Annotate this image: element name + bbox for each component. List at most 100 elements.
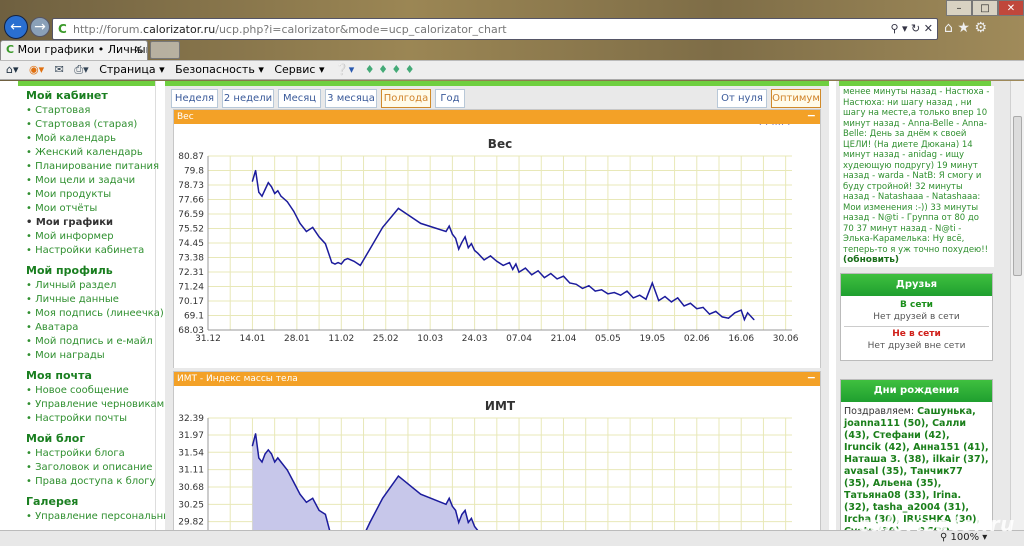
sidebar-item[interactable]: • Заголовок и описание <box>18 460 155 474</box>
home-icon[interactable]: ⌂▾ <box>6 61 19 79</box>
data-point <box>483 259 485 261</box>
sidebar-item[interactable]: • Моя подпись (линеечка) <box>18 306 164 320</box>
addon-icon[interactable]: ♦ ♦ ♦ ♦ <box>365 61 415 79</box>
sidebar-item[interactable]: • Женский календарь <box>18 145 155 159</box>
range-button-week[interactable]: Неделя <box>171 89 218 108</box>
data-point <box>251 180 253 182</box>
birthdays-title: Дни рождения <box>841 380 992 402</box>
scrollbar-thumb[interactable] <box>1013 116 1022 276</box>
close-window-icon[interactable]: ✕ <box>998 0 1024 16</box>
sidebar-item[interactable]: • Настройки кабинета <box>18 243 155 257</box>
data-point <box>258 457 260 459</box>
data-point <box>331 262 333 264</box>
sidebar-item[interactable]: • Настройки блога <box>18 446 155 460</box>
data-point <box>601 289 603 291</box>
address-bar[interactable]: C http://forum.calorizator.ru/ucp.php?i=… <box>52 18 938 40</box>
data-point <box>458 248 460 250</box>
data-point <box>569 282 571 284</box>
data-point <box>524 267 526 269</box>
tab-title: Мои графики • Личный р... <box>17 43 147 56</box>
y-tick-label: 30.25 <box>178 500 204 510</box>
sidebar-item[interactable]: • Новое сообщение <box>18 383 155 397</box>
range-button-month[interactable]: Месяц <box>278 89 321 108</box>
bullet-icon: • <box>26 231 36 242</box>
sidebar-item-label: Женский календарь <box>35 147 143 158</box>
data-point <box>727 317 730 319</box>
sidebar-item[interactable]: • Мои награды <box>18 348 155 362</box>
y-tick-label: 71.24 <box>178 283 204 293</box>
forward-arrow-icon[interactable]: → <box>30 17 50 37</box>
sidebar-item[interactable]: • Мой подпись и e-майл <box>18 334 155 348</box>
minimize-icon[interactable]: – <box>946 0 972 16</box>
address-tools[interactable]: ⚲ ▾ ↻ ✕ <box>890 22 933 35</box>
toolbar-icons[interactable]: ⌂ ★ ⚙ <box>944 20 987 36</box>
menu-tools[interactable]: Сервис ▾ <box>274 61 324 79</box>
sidebar-item[interactable]: • Мои графики <box>18 215 155 229</box>
data-point <box>397 207 399 209</box>
sidebar-item[interactable]: • Мои продукты <box>18 187 155 201</box>
sidebar-section-title[interactable]: Моя почта <box>18 366 155 383</box>
y-tick-label: 72.31 <box>178 268 204 278</box>
range-button-year[interactable]: Год <box>435 89 465 108</box>
sidebar-item[interactable]: • Личный раздел <box>18 278 155 292</box>
sidebar-item[interactable]: • Планирование питания <box>18 159 159 173</box>
data-point <box>543 277 545 279</box>
new-tab-button[interactable] <box>150 41 180 59</box>
data-point <box>702 306 704 308</box>
data-point <box>286 201 288 203</box>
sidebar-item[interactable]: • Личные данные <box>18 292 155 306</box>
bmi-panel-title: ИМТ - Индекс массы тела <box>177 374 298 384</box>
sidebar-item[interactable]: • Стартовая <box>18 103 155 117</box>
help-icon[interactable]: ❔▾ <box>335 61 354 79</box>
collapse-icon[interactable]: − <box>807 372 816 384</box>
optimum-button[interactable]: Оптимум <box>771 89 821 108</box>
sidebar-item[interactable]: • Управление черновиками <box>18 397 171 411</box>
sidebar-item-label: Моя подпись (линеечка) <box>35 308 164 319</box>
tab-close-icon[interactable]: ✕ <box>134 41 143 59</box>
maximize-icon[interactable]: □ <box>972 0 998 16</box>
sidebar-item[interactable]: • Аватара <box>18 320 155 334</box>
from-zero-button[interactable]: От нуля <box>717 89 767 108</box>
sidebar-item-label: Новое сообщение <box>35 385 129 396</box>
sidebar-item[interactable]: • Права доступа к блогу <box>18 474 155 488</box>
sidebar-section-title[interactable]: Галерея <box>18 492 155 509</box>
data-point <box>277 190 279 192</box>
menu-security[interactable]: Безопасность ▾ <box>175 61 264 79</box>
range-button-half-year[interactable]: Полгода <box>381 89 431 108</box>
sidebar-item[interactable]: • Настройки почты <box>18 411 155 425</box>
menu-page[interactable]: Страница ▾ <box>99 61 164 79</box>
friends-online-text: Нет друзей в сети <box>873 312 960 322</box>
data-point <box>251 445 253 447</box>
address-url[interactable]: http://forum.calorizator.ru/ucp.php?i=ca… <box>73 23 507 36</box>
data-point <box>464 509 466 511</box>
data-point <box>255 433 257 435</box>
sidebar-item[interactable]: • Управление персональными альбомами <box>18 509 247 523</box>
x-tick-label: 21.04 <box>551 334 577 344</box>
print-icon[interactable]: ⎙▾ <box>74 61 88 79</box>
y-tick-label: 29.82 <box>178 518 204 528</box>
page-scrollbar[interactable] <box>1010 81 1024 530</box>
collapse-icon[interactable]: − <box>807 110 816 122</box>
sidebar-item[interactable]: • Мои цели и задачи <box>18 173 155 187</box>
activity-feed: менее минуты назад - Настюха - Настюха: … <box>840 86 994 267</box>
sidebar-item[interactable]: • Мой календарь <box>18 131 155 145</box>
sidebar-item[interactable]: • Мой информер <box>18 229 155 243</box>
range-button-3months[interactable]: 3 месяца <box>325 89 377 108</box>
range-button-2weeks[interactable]: 2 недели <box>222 89 274 108</box>
site-favicon-icon: C <box>58 22 67 36</box>
bullet-icon: • <box>26 336 36 347</box>
browser-tab[interactable]: C Мои графики • Личный р... ✕ <box>0 40 148 60</box>
back-arrow-icon[interactable]: ← <box>4 15 28 39</box>
window-controls[interactable]: – □ ✕ <box>946 0 1024 16</box>
rss-icon[interactable]: ◉▾ <box>29 61 44 79</box>
sidebar-section-title[interactable]: Мой профиль <box>18 261 155 278</box>
sidebar-section-title[interactable]: Мой кабинет <box>18 86 155 103</box>
data-point <box>343 259 346 261</box>
sidebar-section-title[interactable]: Мой блог <box>18 429 155 446</box>
sidebar-item[interactable]: • Стартовая (старая) <box>18 117 155 131</box>
sidebar-item[interactable]: • Мои отчёты <box>18 201 155 215</box>
mail-icon[interactable]: ✉ <box>55 61 64 79</box>
refresh-link[interactable]: (обновить) <box>843 255 899 265</box>
x-tick-label: 19.05 <box>639 334 665 344</box>
y-tick-label: 31.97 <box>178 431 204 441</box>
